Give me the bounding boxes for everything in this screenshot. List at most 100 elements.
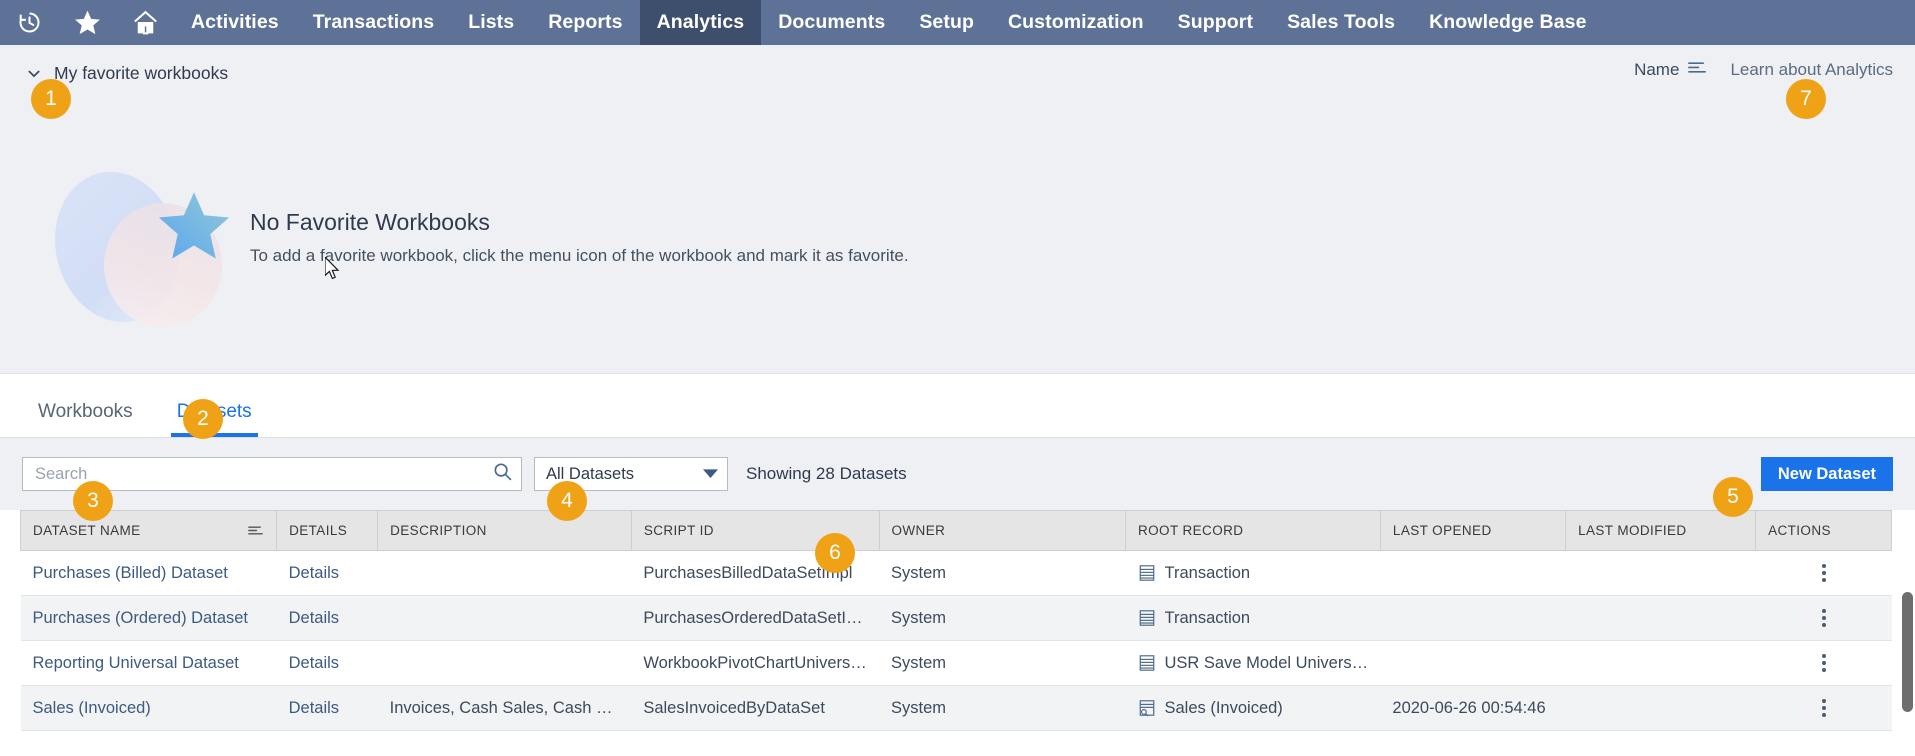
nav-item-activities[interactable]: Activities xyxy=(174,0,296,45)
sort-by-name-label: Name xyxy=(1634,59,1680,79)
column-header-details[interactable]: DETAILS xyxy=(276,510,379,551)
cell-script-id: PurchasesOrderedDataSetImpl xyxy=(631,595,879,641)
nav-item-knowledge-base[interactable]: Knowledge Base xyxy=(1412,0,1603,45)
recent-history-icon[interactable] xyxy=(0,0,58,45)
kebab-menu-icon[interactable] xyxy=(1768,654,1880,672)
nav-item-transactions[interactable]: Transactions xyxy=(296,0,452,45)
table-row[interactable]: Purchases (Ordered) Dataset Details Purcha… xyxy=(20,595,1892,641)
chevron-down-icon[interactable] xyxy=(26,65,42,81)
cell-root-record: USR Save Model Universal ... xyxy=(1125,640,1381,686)
favorite-workbooks-panel: My favorite workbooks Name Learn about A… xyxy=(0,45,1915,374)
root-record-content: Transaction xyxy=(1138,564,1369,583)
column-header-actions[interactable]: ACTIONS xyxy=(1755,510,1892,551)
nav-item-analytics[interactable]: Analytics xyxy=(639,0,762,45)
root-record-label: USR Save Model Universal ... xyxy=(1164,653,1369,672)
cell-last-opened xyxy=(1380,550,1566,596)
tab-workbooks[interactable]: Workbooks xyxy=(16,401,155,437)
new-dataset-button[interactable]: New Dataset xyxy=(1760,457,1893,491)
cell-actions xyxy=(1755,550,1892,596)
column-header-label: DESCRIPTION xyxy=(390,523,487,538)
cell-description xyxy=(377,595,632,641)
learn-about-analytics-link[interactable]: Learn about Analytics xyxy=(1730,60,1893,80)
cell-root-record: Transaction xyxy=(1125,595,1381,641)
cell-dataset-name[interactable]: Reporting Universal Dataset xyxy=(20,640,277,686)
search-input[interactable] xyxy=(33,463,492,485)
empty-state-text: No Favorite Workbooks To add a favorite … xyxy=(250,209,909,266)
table-row[interactable]: Sales (Invoiced) Details Invoices, Cash Sa… xyxy=(20,685,1892,731)
column-header-last-modified[interactable]: LAST MODIFIED xyxy=(1565,510,1757,551)
cell-owner: System xyxy=(879,595,1126,641)
cell-script-id: SalesInvoicedByDataSet xyxy=(631,685,879,731)
showing-count-label: Showing 28 Datasets xyxy=(746,464,907,483)
content-tabs: Workbooks Datasets xyxy=(0,374,1915,438)
cell-dataset-name[interactable]: Sales (Invoiced) xyxy=(20,685,277,731)
nav-item-lists[interactable]: Lists xyxy=(451,0,531,45)
cell-script-id: PurchasesBilledDataSetImpl xyxy=(631,550,879,596)
cell-last-opened xyxy=(1380,595,1566,641)
nav-item-sales-tools[interactable]: Sales Tools xyxy=(1270,0,1412,45)
dataset-filter-select[interactable]: All Datasets xyxy=(534,457,728,491)
cell-last-modified xyxy=(1565,685,1756,731)
column-header-script-id[interactable]: SCRIPT ID xyxy=(630,510,880,551)
cell-script-id: WorkbookPivotChartUniversa... xyxy=(631,640,879,686)
datasets-table: DATASET NAME DETAILS DESCRIPTION SCRIPT ID O… xyxy=(19,510,1892,731)
nav-item-customization[interactable]: Customization xyxy=(991,0,1161,45)
table-header-row: DATASET NAME DETAILS DESCRIPTION SCRIPT ID O… xyxy=(19,510,1892,551)
nav-item-setup[interactable]: Setup xyxy=(902,0,991,45)
cell-description: Invoices, Cash Sales, Cash Ret... xyxy=(377,685,632,731)
cell-details-link[interactable]: Details xyxy=(276,640,378,686)
kebab-menu-icon[interactable] xyxy=(1768,609,1880,627)
sort-order-icon[interactable] xyxy=(247,524,264,540)
favorites-star-icon[interactable] xyxy=(58,0,116,45)
cell-owner: System xyxy=(879,685,1126,731)
vertical-scrollbar-thumb[interactable] xyxy=(1902,592,1913,712)
datasets-table-container: DATASET NAME DETAILS DESCRIPTION SCRIPT ID O… xyxy=(0,510,1915,756)
sort-by-name-control[interactable]: Name xyxy=(1634,59,1708,80)
kebab-menu-icon[interactable] xyxy=(1768,699,1880,717)
tab-datasets[interactable]: Datasets xyxy=(155,401,274,437)
cell-last-opened xyxy=(1380,640,1566,686)
column-header-owner[interactable]: OWNER xyxy=(878,510,1126,551)
nav-items: Activities Transactions Lists Reports Analyt… xyxy=(174,0,1604,45)
illustration-star-icon xyxy=(158,192,230,259)
empty-state-illustration xyxy=(39,155,238,336)
record-list-icon xyxy=(1138,609,1156,627)
nav-item-support[interactable]: Support xyxy=(1161,0,1270,45)
table-row[interactable]: Purchases (Billed) Dataset Details Purchas… xyxy=(20,550,1892,596)
cell-details-link[interactable]: Details xyxy=(276,685,378,731)
cell-root-record: Sales (Invoiced) xyxy=(1125,685,1381,731)
column-header-label: DATASET NAME xyxy=(33,523,141,538)
column-header-label: ACTIONS xyxy=(1768,523,1831,538)
cell-dataset-name[interactable]: Purchases (Billed) Dataset xyxy=(20,550,277,596)
cell-owner: System xyxy=(879,640,1126,686)
cell-description xyxy=(377,550,632,596)
favorites-section-title: My favorite workbooks xyxy=(54,62,229,83)
root-record-content: USR Save Model Universal ... xyxy=(1138,653,1369,673)
column-header-label: DETAILS xyxy=(289,523,348,538)
cell-details-link[interactable]: Details xyxy=(276,550,378,596)
search-icon[interactable] xyxy=(492,461,513,487)
column-header-last-opened[interactable]: LAST OPENED xyxy=(1379,510,1567,551)
sort-order-icon[interactable] xyxy=(1687,59,1708,80)
nav-item-documents[interactable]: Documents xyxy=(761,0,902,45)
cell-details-link[interactable]: Details xyxy=(276,595,378,641)
nav-item-reports[interactable]: Reports xyxy=(531,0,639,45)
root-record-label: Transaction xyxy=(1164,608,1251,627)
root-record-label: Sales (Invoiced) xyxy=(1164,698,1283,717)
column-header-label: SCRIPT ID xyxy=(643,523,714,538)
home-icon[interactable] xyxy=(116,0,174,45)
table-body: Purchases (Billed) Dataset Details Purchas… xyxy=(20,550,1892,731)
root-record-content: Transaction xyxy=(1138,609,1369,628)
cell-owner: System xyxy=(879,550,1126,596)
kebab-menu-icon[interactable] xyxy=(1768,564,1880,582)
cell-dataset-name[interactable]: Purchases (Ordered) Dataset xyxy=(20,595,277,641)
search-box[interactable] xyxy=(22,457,522,491)
column-header-dataset-name[interactable]: DATASET NAME xyxy=(19,510,278,551)
cell-last-opened: 2020-06-26 00:54:46 xyxy=(1380,685,1566,731)
root-record-content: Sales (Invoiced) xyxy=(1138,699,1369,718)
table-row[interactable]: Reporting Universal Dataset Details Workbo… xyxy=(20,640,1892,686)
column-header-root-record[interactable]: ROOT RECORD xyxy=(1125,510,1381,551)
root-record-label: Transaction xyxy=(1164,563,1251,582)
column-header-description[interactable]: DESCRIPTION xyxy=(377,510,632,551)
chevron-down-icon[interactable] xyxy=(703,465,718,484)
